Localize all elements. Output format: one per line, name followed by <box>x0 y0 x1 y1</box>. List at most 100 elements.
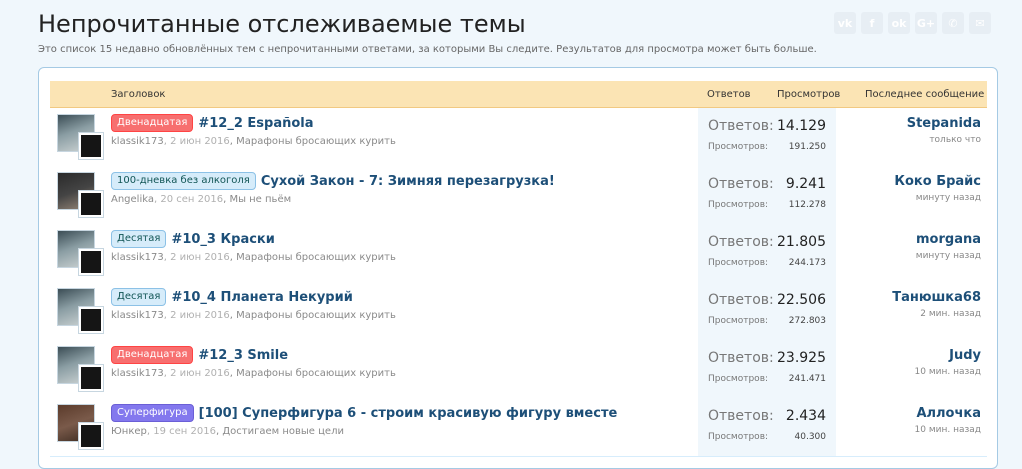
replies-label: Ответов: <box>708 408 774 424</box>
topic-list-panel: Заголовок Ответов Просмотров Последнее с… <box>38 67 998 469</box>
last-poster-avatar[interactable] <box>79 423 103 449</box>
page-description: Это список 15 недавно обновлённых тем с … <box>38 44 817 55</box>
views-label: Просмотров: <box>708 200 769 210</box>
topic-author[interactable]: klassik173 <box>111 136 164 147</box>
last-message-time[interactable]: только что <box>907 135 981 145</box>
topic-row[interactable]: Двенадцатая #12_2 Española klassik173, 2 и… <box>50 108 987 167</box>
header-replies[interactable]: Ответов <box>707 89 751 100</box>
topic-forum[interactable]: Марафоны бросающих курить <box>236 310 396 321</box>
odnoklassniki-icon[interactable]: ok <box>888 12 910 34</box>
views-label: Просмотров: <box>708 142 769 152</box>
topic-prefix[interactable]: Двенадцатая <box>111 346 194 364</box>
views-count: 112.278 <box>788 200 826 210</box>
last-message-time[interactable]: 2 мин. назад <box>892 309 981 319</box>
views-count: 241.471 <box>788 374 826 384</box>
header-views[interactable]: Просмотров <box>777 89 840 100</box>
last-message: morgana минуту назад <box>916 232 981 261</box>
topic-stats: Ответов: 21.805 Просмотров: 244.173 <box>698 224 836 282</box>
topic-author[interactable]: klassik173 <box>111 368 164 379</box>
topic-stats: Ответов: 9.241 Просмотров: 112.278 <box>698 166 836 224</box>
whatsapp-icon[interactable]: ✉ <box>969 12 991 34</box>
views-count: 244.173 <box>788 258 826 268</box>
topic-title-link[interactable]: #10_3 Краски <box>171 232 274 247</box>
topic-row[interactable]: Десятая #10_3 Краски klassik173, 2 июн 201… <box>50 224 987 283</box>
topic-date: 2 июн 2016 <box>170 252 230 263</box>
topic-title-link[interactable]: #12_2 Española <box>198 116 313 131</box>
last-poster-avatar[interactable] <box>79 249 103 275</box>
views-count: 40.300 <box>794 432 827 442</box>
topic-forum[interactable]: Марафоны бросающих курить <box>236 252 396 263</box>
last-poster-name[interactable]: Коко Брайс <box>894 174 981 189</box>
topic-forum[interactable]: Достигаем новые цели <box>222 426 344 437</box>
topic-title-link[interactable]: #10_4 Планета Некурий <box>171 290 352 305</box>
vk-icon[interactable]: vk <box>834 12 856 34</box>
replies-label: Ответов: <box>708 118 774 134</box>
last-poster-name[interactable]: Stepanida <box>907 116 981 131</box>
replies-count: 21.805 <box>777 234 826 250</box>
topic-forum[interactable]: Марафоны бросающих курить <box>236 368 396 379</box>
last-message: Танюшка68 2 мин. назад <box>892 290 981 319</box>
views-label: Просмотров: <box>708 432 769 442</box>
views-label: Просмотров: <box>708 258 769 268</box>
replies-count: 22.506 <box>777 292 826 308</box>
last-message-time[interactable]: минуту назад <box>916 251 981 261</box>
page-title: Непрочитанные отслеживаемые темы <box>38 10 526 38</box>
topic-title-link[interactable]: Сухой Закон - 7: Зимняя перезагрузка! <box>261 174 555 189</box>
topic-meta: Юнкер, 19 сен 2016, Достигаем новые цели <box>111 426 344 437</box>
last-message-time[interactable]: 10 мин. назад <box>915 367 981 377</box>
header-last-message[interactable]: Последнее сообщение <box>865 89 984 100</box>
last-message-time[interactable]: минуту назад <box>894 193 981 203</box>
last-message: Stepanida только что <box>907 116 981 145</box>
topic-author[interactable]: klassik173 <box>111 310 164 321</box>
topic-list-header: Заголовок Ответов Просмотров Последнее с… <box>50 81 987 108</box>
topic-prefix[interactable]: Десятая <box>111 230 167 248</box>
last-poster-avatar[interactable] <box>79 133 103 159</box>
topic-prefix[interactable]: Десятая <box>111 288 167 306</box>
topic-prefix[interactable]: Суперфигура <box>111 404 194 422</box>
topic-meta: klassik173, 2 июн 2016, Марафоны бросающ… <box>111 368 396 379</box>
last-poster-name[interactable]: Танюшка68 <box>892 290 981 305</box>
views-count: 272.803 <box>788 316 826 326</box>
topic-meta: klassik173, 2 июн 2016, Марафоны бросающ… <box>111 310 396 321</box>
last-poster-name[interactable]: Judy <box>915 348 981 363</box>
topic-date: 19 сен 2016 <box>153 426 216 437</box>
topic-row[interactable]: 100-дневка без алкоголя Сухой Закон - 7: … <box>50 166 987 225</box>
topic-author[interactable]: Юнкер <box>111 426 147 437</box>
topic-forum[interactable]: Мы не пьём <box>229 194 291 205</box>
topic-row[interactable]: Двенадцатая #12_3 Smile klassik173, 2 июн … <box>50 340 987 399</box>
facebook-icon[interactable]: f <box>861 12 883 34</box>
replies-count: 9.241 <box>785 176 826 192</box>
topic-date: 2 июн 2016 <box>170 310 230 321</box>
replies-label: Ответов: <box>708 176 774 192</box>
last-poster-avatar[interactable] <box>79 365 103 391</box>
topic-date: 2 июн 2016 <box>170 368 230 379</box>
last-message: Аллочка 10 мин. назад <box>915 406 981 435</box>
topic-forum[interactable]: Марафоны бросающих курить <box>236 136 396 147</box>
views-label: Просмотров: <box>708 316 769 326</box>
topic-meta: klassik173, 2 июн 2016, Марафоны бросающ… <box>111 136 396 147</box>
topic-row[interactable]: Десятая #10_4 Планета Некурий klassik173, … <box>50 282 987 341</box>
last-poster-avatar[interactable] <box>79 307 103 333</box>
topic-stats: Ответов: 23.925 Просмотров: 241.471 <box>698 340 836 398</box>
topic-date: 20 сен 2016 <box>160 194 224 205</box>
topic-author[interactable]: klassik173 <box>111 252 164 263</box>
last-poster-name[interactable]: morgana <box>916 232 981 247</box>
topic-prefix[interactable]: Двенадцатая <box>111 114 194 132</box>
topic-title-link[interactable]: #12_3 Smile <box>198 348 288 363</box>
topic-stats: Ответов: 2.434 Просмотров: 40.300 <box>698 398 836 456</box>
topic-date: 2 июн 2016 <box>170 136 230 147</box>
last-poster-avatar[interactable] <box>79 191 103 217</box>
topic-title-line: Десятая #10_4 Планета Некурий <box>111 288 353 306</box>
topic-prefix[interactable]: 100-дневка без алкоголя <box>111 172 256 190</box>
topic-row[interactable]: Суперфигура [100] Суперфигура 6 - строим … <box>50 398 987 457</box>
topic-stats: Ответов: 14.129 Просмотров: 191.250 <box>698 108 836 166</box>
last-message-time[interactable]: 10 мин. назад <box>915 425 981 435</box>
topic-author[interactable]: Angelika <box>111 194 154 205</box>
last-poster-name[interactable]: Аллочка <box>915 406 981 421</box>
header-title[interactable]: Заголовок <box>111 89 165 100</box>
topic-title-line: Суперфигура [100] Суперфигура 6 - строим … <box>111 404 617 422</box>
topic-title-link[interactable]: [100] Суперфигура 6 - строим красивую фи… <box>199 406 618 421</box>
viber-icon[interactable]: ✆ <box>942 12 964 34</box>
googleplus-icon[interactable]: G+ <box>915 12 937 34</box>
replies-count: 2.434 <box>785 408 826 424</box>
